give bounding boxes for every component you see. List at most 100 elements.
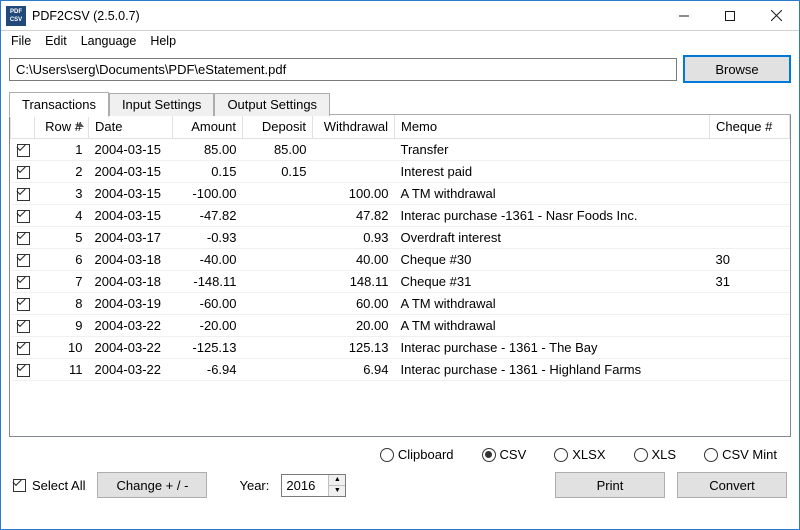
cell-cheque <box>710 204 790 226</box>
cell-date: 2004-03-22 <box>89 336 173 358</box>
cell-date: 2004-03-15 <box>89 160 173 182</box>
table-row[interactable]: 82004-03-19-60.0060.00A TM withdrawal <box>11 292 790 314</box>
cell-row: 11 <box>35 358 89 380</box>
cell-memo: A TM withdrawal <box>395 182 710 204</box>
spin-down-icon[interactable]: ▼ <box>329 486 345 496</box>
table-header-row: Row # Date Amount Deposit Withdrawal Mem… <box>11 115 790 138</box>
radio-csv-mint[interactable]: CSV Mint <box>704 447 777 462</box>
cell-amount: -148.11 <box>173 270 243 292</box>
table-row[interactable]: 62004-03-18-40.0040.00Cheque #3030 <box>11 248 790 270</box>
col-header-row[interactable]: Row # <box>35 115 89 138</box>
row-checkbox[interactable] <box>17 210 30 223</box>
row-checkbox[interactable] <box>17 232 30 245</box>
tab-input-settings[interactable]: Input Settings <box>109 93 215 116</box>
cell-amount: -125.13 <box>173 336 243 358</box>
menu-help[interactable]: Help <box>144 33 182 49</box>
cell-withdrawal: 60.00 <box>313 292 395 314</box>
cell-cheque: 31 <box>710 270 790 292</box>
titlebar: PDF CSV PDF2CSV (2.5.0.7) <box>1 1 799 31</box>
cell-row: 2 <box>35 160 89 182</box>
cell-cheque <box>710 160 790 182</box>
path-row: Browse <box>1 51 799 89</box>
cell-withdrawal <box>313 138 395 160</box>
cell-amount: -60.00 <box>173 292 243 314</box>
cell-amount: -40.00 <box>173 248 243 270</box>
col-header-date[interactable]: Date <box>89 115 173 138</box>
table-row[interactable]: 102004-03-22-125.13125.13Interac purchas… <box>11 336 790 358</box>
row-checkbox[interactable] <box>17 342 30 355</box>
table-row[interactable]: 42004-03-15-47.8247.82Interac purchase -… <box>11 204 790 226</box>
cell-row: 5 <box>35 226 89 248</box>
cell-amount: -6.94 <box>173 358 243 380</box>
cell-withdrawal: 6.94 <box>313 358 395 380</box>
table-row[interactable]: 92004-03-22-20.0020.00A TM withdrawal <box>11 314 790 336</box>
cell-amount: -0.93 <box>173 226 243 248</box>
cell-row: 7 <box>35 270 89 292</box>
bottom-toolbar: Select All Change + / - Year: ▲▼ Print C… <box>1 466 799 506</box>
cell-cheque: 30 <box>710 248 790 270</box>
row-checkbox[interactable] <box>17 364 30 377</box>
cell-cheque <box>710 182 790 204</box>
tab-transactions[interactable]: Transactions <box>9 92 109 117</box>
cell-withdrawal: 47.82 <box>313 204 395 226</box>
row-checkbox[interactable] <box>17 144 30 157</box>
cell-withdrawal <box>313 160 395 182</box>
menu-file[interactable]: File <box>5 33 37 49</box>
cell-row: 1 <box>35 138 89 160</box>
table-row[interactable]: 52004-03-17-0.930.93Overdraft interest <box>11 226 790 248</box>
cell-deposit <box>243 270 313 292</box>
radio-clipboard[interactable]: Clipboard <box>380 447 454 462</box>
checkbox-icon <box>13 479 26 492</box>
row-checkbox[interactable] <box>17 254 30 267</box>
maximize-button[interactable] <box>707 1 753 30</box>
col-header-check[interactable] <box>11 115 35 138</box>
radio-csv[interactable]: CSV <box>482 447 527 462</box>
col-header-deposit[interactable]: Deposit <box>243 115 313 138</box>
row-checkbox[interactable] <box>17 276 30 289</box>
cell-date: 2004-03-22 <box>89 358 173 380</box>
menu-edit[interactable]: Edit <box>39 33 73 49</box>
cell-deposit: 0.15 <box>243 160 313 182</box>
convert-button[interactable]: Convert <box>677 472 787 498</box>
select-all-checkbox[interactable]: Select All <box>13 478 85 493</box>
print-button[interactable]: Print <box>555 472 665 498</box>
cell-date: 2004-03-22 <box>89 314 173 336</box>
radio-xls[interactable]: XLS <box>634 447 677 462</box>
col-header-memo[interactable]: Memo <box>395 115 710 138</box>
file-path-input[interactable] <box>9 58 677 81</box>
table-row[interactable]: 12004-03-1585.0085.00Transfer <box>11 138 790 160</box>
table-row[interactable]: 32004-03-15-100.00100.00A TM withdrawal <box>11 182 790 204</box>
row-checkbox[interactable] <box>17 188 30 201</box>
change-sign-button[interactable]: Change + / - <box>97 472 207 498</box>
cell-cheque <box>710 292 790 314</box>
cell-cheque <box>710 138 790 160</box>
cell-cheque <box>710 226 790 248</box>
year-spin-buttons[interactable]: ▲▼ <box>328 475 345 496</box>
menubar: File Edit Language Help <box>1 31 799 51</box>
radio-xlsx[interactable]: XLSX <box>554 447 605 462</box>
row-checkbox[interactable] <box>17 166 30 179</box>
cell-amount: -100.00 <box>173 182 243 204</box>
row-checkbox[interactable] <box>17 320 30 333</box>
spin-up-icon[interactable]: ▲ <box>329 475 345 486</box>
year-input[interactable] <box>282 475 328 496</box>
minimize-button[interactable] <box>661 1 707 30</box>
cell-deposit <box>243 182 313 204</box>
year-spinner[interactable]: ▲▼ <box>281 474 346 497</box>
cell-memo: Cheque #30 <box>395 248 710 270</box>
table-row[interactable]: 112004-03-22-6.946.94Interac purchase - … <box>11 358 790 380</box>
cell-date: 2004-03-15 <box>89 138 173 160</box>
col-header-amount[interactable]: Amount <box>173 115 243 138</box>
col-header-withdrawal[interactable]: Withdrawal <box>313 115 395 138</box>
menu-language[interactable]: Language <box>75 33 143 49</box>
col-header-cheque[interactable]: Cheque # <box>710 115 790 138</box>
cell-withdrawal: 0.93 <box>313 226 395 248</box>
cell-row: 3 <box>35 182 89 204</box>
browse-button[interactable]: Browse <box>683 55 791 83</box>
cell-cheque <box>710 314 790 336</box>
tab-output-settings[interactable]: Output Settings <box>214 93 330 116</box>
row-checkbox[interactable] <box>17 298 30 311</box>
table-row[interactable]: 72004-03-18-148.11148.11Cheque #3131 <box>11 270 790 292</box>
table-row[interactable]: 22004-03-150.150.15Interest paid <box>11 160 790 182</box>
close-button[interactable] <box>753 1 799 30</box>
